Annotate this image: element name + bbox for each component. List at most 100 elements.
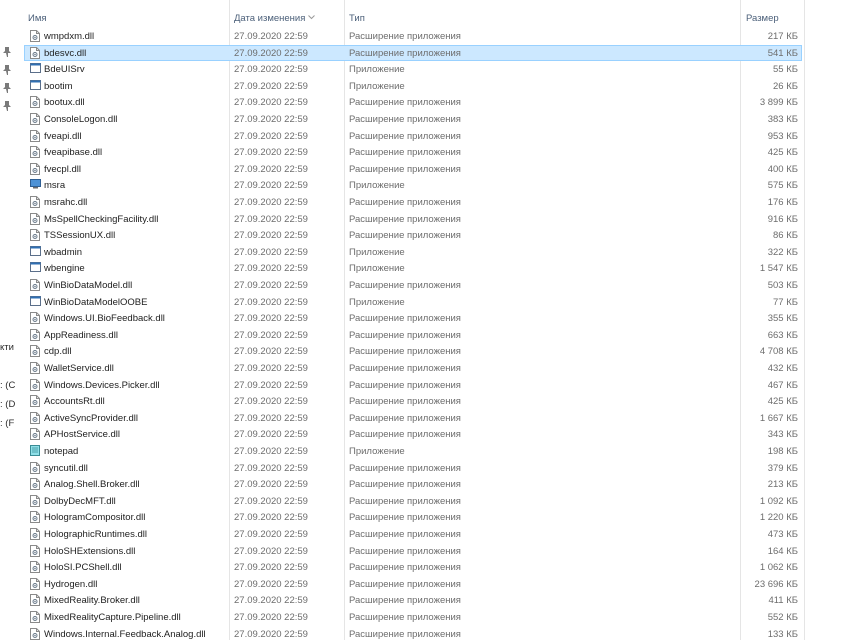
file-type: Расширение приложения [349, 130, 461, 142]
file-name: AppReadiness.dll [44, 329, 118, 341]
file-date: 27.09.2020 22:59 [234, 147, 308, 159]
file-row[interactable]: bootux.dll 27.09.2020 22:59 Расширение при… [24, 94, 802, 111]
file-name: WinBioDataModelOOBE [44, 296, 148, 308]
file-size: 1 220 КБ [759, 512, 798, 524]
file-row[interactable]: HoloSI.PCShell.dll 27.09.2020 22:59 Расшир… [24, 559, 802, 576]
file-row[interactable]: Windows.UI.BioFeedback.dll 27.09.2020 22:… [24, 310, 802, 327]
file-row[interactable]: bootim 27.09.2020 22:59 Приложение 26 КБ [24, 78, 802, 95]
file-name: DolbyDecMFT.dll [44, 495, 116, 507]
column-header-name[interactable]: Имя [28, 13, 47, 24]
file-row[interactable]: AppReadiness.dll 27.09.2020 22:59 Расширен… [24, 327, 802, 344]
file-row[interactable]: APHostService.dll 27.09.2020 22:59 Расшире… [24, 426, 802, 443]
file-date: 27.09.2020 22:59 [234, 180, 308, 192]
file-row[interactable]: HoloSHExtensions.dll 27.09.2020 22:59 Расш… [24, 543, 802, 560]
column-divider[interactable] [804, 0, 805, 640]
column-header-type[interactable]: Тип [349, 13, 365, 24]
file-row[interactable]: Windows.Devices.Picker.dll 27.09.2020 22:… [24, 377, 802, 394]
file-type: Расширение приложения [349, 512, 461, 524]
file-size: 541 КБ [767, 47, 798, 59]
file-type: Приложение [349, 180, 405, 192]
file-date: 27.09.2020 22:59 [234, 363, 308, 374]
file-row[interactable]: MixedReality.Broker.dll 27.09.2020 22:59 Р… [24, 592, 802, 609]
file-row[interactable]: WinBioDataModelOOBE 27.09.2020 22:59 Прило… [24, 294, 802, 311]
file-date: 27.09.2020 22:59 [234, 130, 308, 142]
file-size: 916 КБ [767, 213, 798, 225]
file-type: Приложение [349, 296, 405, 308]
file-row[interactable]: wbadmin 27.09.2020 22:59 Приложение 322 КБ [24, 244, 802, 261]
nav-item-objects[interactable]: кти [0, 342, 14, 353]
pin-icon[interactable] [3, 101, 11, 111]
file-row[interactable]: AccountsRt.dll 27.09.2020 22:59 Расширение… [24, 393, 802, 410]
file-row[interactable]: HologramCompositor.dll 27.09.2020 22:59 Ра… [24, 509, 802, 526]
nav-item-drive-f[interactable]: : (F [0, 418, 14, 429]
exe-icon [30, 262, 41, 274]
file-name: HologramCompositor.dll [44, 512, 146, 524]
file-row[interactable]: fveapi.dll 27.09.2020 22:59 Расширение при… [24, 128, 802, 145]
file-row[interactable]: ActiveSyncProvider.dll 27.09.2020 22:59 Ра… [24, 410, 802, 427]
file-date: 27.09.2020 22:59 [234, 97, 308, 109]
pin-icon[interactable] [3, 65, 11, 75]
file-size: 86 КБ [773, 230, 798, 242]
file-type: Приложение [349, 246, 405, 258]
pin-icon[interactable] [3, 47, 11, 57]
dll-icon [30, 544, 40, 557]
dll-icon [30, 561, 40, 574]
file-row[interactable]: MixedRealityCapture.Pipeline.dll 27.09.20… [24, 609, 802, 626]
exe-icon [30, 63, 41, 75]
pin-icon[interactable] [3, 83, 11, 93]
file-row[interactable]: HolographicRuntimes.dll 27.09.2020 22:59 Р… [24, 526, 802, 543]
file-date: 27.09.2020 22:59 [234, 114, 308, 125]
file-size: 379 КБ [767, 462, 798, 474]
file-size: 1 667 КБ [759, 412, 798, 424]
file-size: 425 КБ [767, 147, 798, 159]
file-name: bootim [44, 80, 73, 92]
file-row[interactable]: wmpdxm.dll 27.09.2020 22:59 Расширение при… [24, 28, 802, 45]
file-date: 27.09.2020 22:59 [234, 578, 308, 590]
file-type: Расширение приложения [349, 197, 461, 208]
file-size: 217 КБ [767, 31, 798, 42]
file-type: Расширение приложения [349, 363, 461, 374]
file-row[interactable]: msrahc.dll 27.09.2020 22:59 Расширение при… [24, 194, 802, 211]
file-size: 467 КБ [767, 379, 798, 391]
file-row[interactable]: fveapibase.dll 27.09.2020 22:59 Расширение… [24, 144, 802, 161]
file-size: 432 КБ [767, 363, 798, 374]
dll-icon [30, 146, 40, 159]
column-header-date[interactable]: Дата изменения [234, 13, 305, 24]
file-row[interactable]: bdesvc.dll 27.09.2020 22:59 Расширение при… [24, 44, 802, 62]
file-row[interactable]: ConsoleLogon.dll 27.09.2020 22:59 Расширен… [24, 111, 802, 128]
file-row[interactable]: WinBioDataModel.dll 27.09.2020 22:59 Расши… [24, 277, 802, 294]
file-row[interactable]: notepad 27.09.2020 22:59 Приложение 198 КБ [24, 443, 802, 460]
dll-icon [30, 395, 40, 408]
file-row[interactable]: msra 27.09.2020 22:59 Приложение 575 КБ [24, 177, 802, 194]
file-name: MixedRealityCapture.Pipeline.dll [44, 612, 181, 623]
dll-icon [30, 577, 40, 590]
file-row[interactable]: fvecpl.dll 27.09.2020 22:59 Расширение при… [24, 161, 802, 178]
file-row[interactable]: wbengine 27.09.2020 22:59 Приложение 1 547 … [24, 260, 802, 277]
column-header-size[interactable]: Размер [746, 13, 779, 24]
file-name: Windows.Internal.Feedback.Analog.dll [44, 628, 206, 640]
file-type: Приложение [349, 64, 405, 76]
file-size: 176 КБ [767, 197, 798, 208]
file-row[interactable]: syncutil.dll 27.09.2020 22:59 Расширение п… [24, 460, 802, 477]
file-size: 663 КБ [767, 329, 798, 341]
file-row[interactable]: BdeUISrv 27.09.2020 22:59 Приложение 55 КБ [24, 61, 802, 78]
file-row[interactable]: DolbyDecMFT.dll 27.09.2020 22:59 Расширени… [24, 493, 802, 510]
file-type: Расширение приложения [349, 346, 461, 358]
file-name: notepad [44, 446, 79, 457]
file-type: Приложение [349, 263, 405, 275]
nav-item-drive-d[interactable]: : (D [0, 399, 15, 410]
file-row[interactable]: Analog.Shell.Broker.dll 27.09.2020 22:59 Р… [24, 476, 802, 493]
file-type: Расширение приложения [349, 628, 461, 640]
nav-item-drive-c[interactable]: : (C [0, 380, 15, 391]
file-row[interactable]: Hydrogen.dll 27.09.2020 22:59 Расширение п… [24, 576, 802, 593]
dll-icon [30, 511, 40, 524]
dll-icon [30, 212, 40, 225]
dll-icon [30, 478, 40, 491]
file-row[interactable]: WalletService.dll 27.09.2020 22:59 Расшире… [24, 360, 802, 377]
dll-icon [30, 494, 40, 507]
file-row[interactable]: cdp.dll 27.09.2020 22:59 Расширение прилож… [24, 343, 802, 360]
file-row[interactable]: MsSpellCheckingFacility.dll 27.09.2020 22… [24, 211, 802, 228]
file-size: 383 КБ [767, 114, 798, 125]
file-type: Расширение приложения [349, 379, 461, 391]
file-row[interactable]: TSSessionUX.dll 27.09.2020 22:59 Расширени… [24, 227, 802, 244]
